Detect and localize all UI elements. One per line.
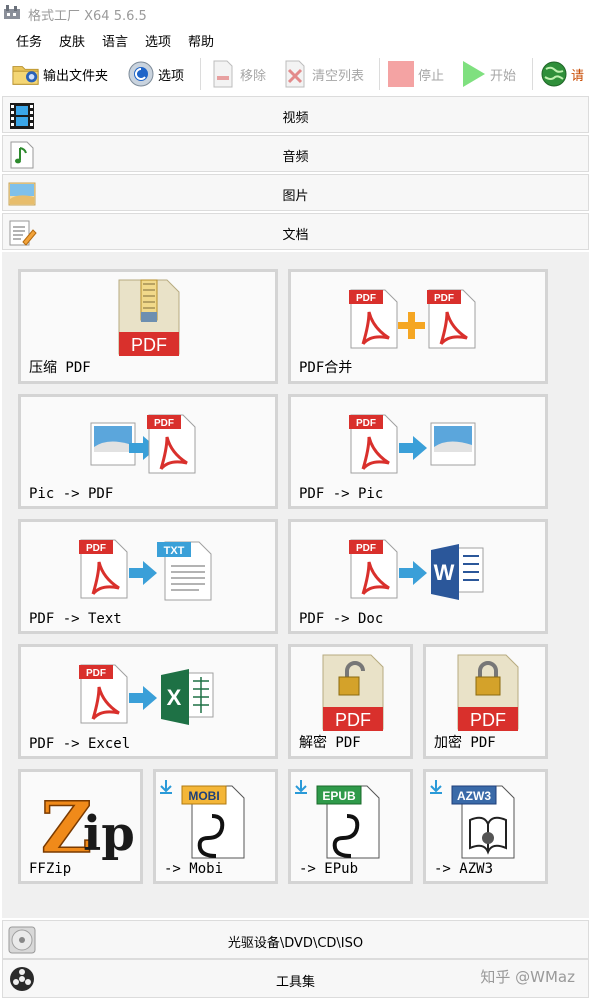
word-letter: W [434, 560, 455, 585]
pdf-text: PDF [470, 710, 506, 730]
category-audio[interactable]: 音频 [2, 135, 589, 172]
globe-icon [540, 60, 568, 88]
watermark: 知乎 @WMaz [480, 968, 575, 986]
output-folder-button[interactable]: 输出文件夹 [12, 54, 108, 94]
pdf-text: PDF [434, 293, 454, 304]
options-label: 选项 [158, 68, 185, 84]
category-document-label: 文档 [282, 228, 309, 243]
clear-list-button[interactable]: 清空列表 [281, 54, 364, 94]
document-tools-panel: PDF 压缩 PDF PDF PDF PDF合并 PDF Pic -> PDF … [2, 252, 589, 918]
pdf-to-doc-label: PDF -> Doc [299, 611, 384, 627]
remove-icon [209, 60, 237, 88]
to-azw3-label: -> AZW3 [434, 861, 494, 877]
decrypt-pdf-label: 解密 PDF [299, 735, 361, 751]
login-label: 请 [571, 68, 585, 84]
toolbar-separator [532, 58, 533, 90]
menu-options[interactable]: 选项 [145, 31, 171, 50]
start-button[interactable]: 开始 [459, 54, 516, 94]
pdf-text: PDF [356, 418, 376, 429]
pdf-text: PDF [356, 543, 376, 554]
ffzip-label: FFZip [29, 861, 72, 877]
pdf-to-excel-label: PDF -> Excel [29, 736, 131, 752]
toolbar-separator [200, 58, 201, 90]
pdf-text: PDF [86, 668, 106, 679]
pdf-text: PDF [335, 710, 371, 730]
encrypt-pdf-tile[interactable]: PDF 加密 PDF [423, 644, 548, 759]
mobi-text: MOBI [188, 789, 219, 803]
category-document[interactable]: 文档 [2, 213, 589, 250]
menu-skin[interactable]: 皮肤 [59, 31, 85, 50]
remove-button[interactable]: 移除 [209, 54, 266, 94]
clear-list-icon [281, 60, 309, 88]
output-folder-label: 输出文件夹 [43, 68, 109, 84]
login-button[interactable]: 请 [540, 54, 584, 94]
clear-list-label: 清空列表 [312, 68, 365, 84]
category-optical-drive[interactable]: 光驱设备\DVD\CD\ISO [2, 920, 589, 959]
remove-label: 移除 [240, 68, 267, 84]
toolbar-separator [379, 58, 380, 90]
to-mobi-label: -> Mobi [164, 861, 224, 877]
compress-pdf-tile[interactable]: PDF 压缩 PDF [18, 269, 278, 384]
pdf-to-pic-label: PDF -> Pic [299, 486, 384, 502]
stop-label: 停止 [418, 68, 445, 84]
pdf-text: PDF [131, 335, 167, 355]
compress-pdf-label: 压缩 PDF [29, 360, 91, 376]
encrypt-pdf-label: 加密 PDF [434, 735, 496, 751]
category-image-label: 图片 [282, 189, 309, 204]
toolbar: 输出文件夹 选项 移除 清空列表 停止 开始 请 [0, 54, 591, 94]
pdf-to-text-label: PDF -> Text [29, 611, 122, 627]
pdf-to-doc-tile[interactable]: PDF W PDF -> Doc [288, 519, 548, 634]
txt-text: TXT [164, 545, 185, 557]
to-mobi-tile[interactable]: MOBI -> Mobi [153, 769, 278, 884]
gear-icon [127, 60, 155, 88]
pdf-text: PDF [86, 543, 106, 554]
category-video-label: 视频 [282, 111, 309, 126]
pdf-to-pic-tile[interactable]: PDF PDF -> Pic [288, 394, 548, 509]
menu-help[interactable]: 帮助 [188, 31, 214, 50]
zip-ip-letters: ip [83, 806, 135, 862]
app-icon [4, 5, 20, 19]
category-optical-drive-label: 光驱设备\DVD\CD\ISO [227, 936, 364, 951]
epub-text: EPUB [322, 789, 356, 803]
play-icon [459, 60, 487, 88]
pic-to-pdf-label: Pic -> PDF [29, 486, 114, 502]
excel-letter: X [167, 685, 182, 710]
category-audio-label: 音频 [282, 150, 309, 165]
category-video[interactable]: 视频 [2, 96, 589, 133]
window-title: 格式工厂 X64 5.6.5 [28, 9, 147, 24]
pdf-text: PDF [356, 293, 376, 304]
decrypt-pdf-tile[interactable]: PDF 解密 PDF [288, 644, 413, 759]
to-azw3-tile[interactable]: AZW3 -> AZW3 [423, 769, 548, 884]
title-bar: 格式工厂 X64 5.6.5 [0, 0, 591, 26]
stop-icon [387, 60, 415, 88]
pdf-text: PDF [154, 418, 174, 429]
menu-bar: 任务 皮肤 语言 选项 帮助 [0, 28, 591, 52]
pic-to-pdf-tile[interactable]: PDF Pic -> PDF [18, 394, 278, 509]
azw3-text: AZW3 [457, 789, 491, 803]
category-image[interactable]: 图片 [2, 174, 589, 211]
folder-icon [12, 60, 40, 88]
pdf-merge-label: PDF合并 [299, 360, 353, 376]
stop-button[interactable]: 停止 [387, 54, 444, 94]
to-epub-tile[interactable]: EPUB -> EPub [288, 769, 413, 884]
pdf-merge-tile[interactable]: PDF PDF PDF合并 [288, 269, 548, 384]
ffzip-tile[interactable]: Z ip FFZip [18, 769, 143, 884]
menu-language[interactable]: 语言 [102, 31, 128, 50]
start-label: 开始 [490, 68, 517, 84]
pdf-to-text-tile[interactable]: PDF TXT PDF -> Text [18, 519, 278, 634]
options-button[interactable]: 选项 [127, 54, 184, 94]
to-epub-label: -> EPub [299, 861, 359, 877]
pdf-to-excel-tile[interactable]: PDF X PDF -> Excel [18, 644, 278, 759]
menu-task[interactable]: 任务 [16, 31, 42, 50]
